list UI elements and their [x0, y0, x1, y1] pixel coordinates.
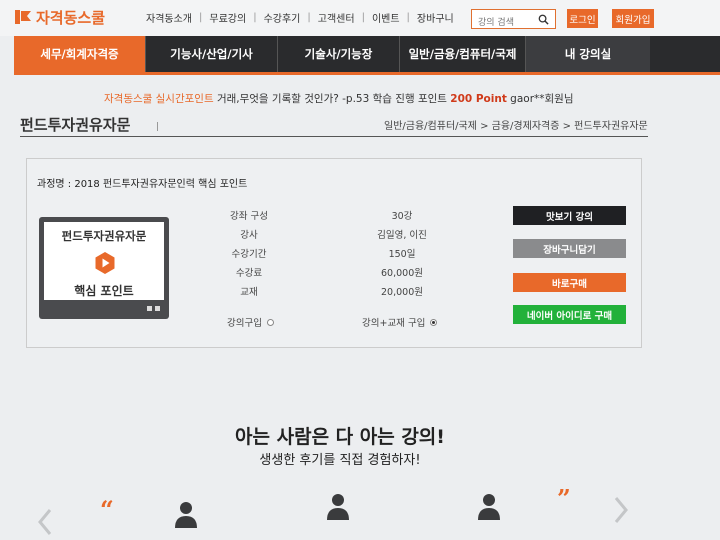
- monitor-button-icon: [155, 306, 160, 311]
- logo-text: 자격동스쿨: [36, 8, 106, 27]
- info-value-fee: 60,000원: [381, 268, 423, 279]
- user-avatar-icon: [327, 494, 349, 520]
- ticker-message: 거래,무엇을 기록할 것인가? -p.53 학습 진행 포인트: [216, 93, 451, 105]
- logo[interactable]: 자격동스쿨: [14, 6, 105, 28]
- ticker-brand: 자격동스쿨: [104, 93, 153, 105]
- play-icon[interactable]: [94, 252, 116, 274]
- info-value-textbook: 20,000원: [381, 287, 423, 298]
- info-value-period: 150일: [388, 249, 416, 260]
- course-thumbnail[interactable]: 펀드투자권유자문 핵심 포인트: [39, 217, 169, 319]
- quote-close-icon: ”: [557, 484, 571, 513]
- user-avatar-icon: [478, 494, 500, 520]
- ticker-label: 실시간포인트: [152, 93, 217, 105]
- top-nav-free-lectures[interactable]: 무료강의: [209, 10, 246, 25]
- quote-open-icon: “: [100, 495, 114, 524]
- info-label-instructor: 강사: [240, 230, 258, 241]
- chevron-right-icon[interactable]: [614, 496, 628, 524]
- option-lecture-textbook[interactable]: 강의+교재 구입: [362, 315, 438, 329]
- info-label-fee: 수강료: [235, 268, 263, 279]
- nav-divider: |: [307, 12, 311, 23]
- monitor-bezel: [44, 305, 164, 313]
- preview-lecture-button[interactable]: 맛보기 강의: [513, 206, 626, 225]
- reviews-subheading: 생생한 후기를 직접 경험하자!: [259, 453, 421, 468]
- search-box: [471, 9, 556, 32]
- nav-divider: |: [361, 12, 365, 23]
- login-button[interactable]: 로그인: [567, 9, 598, 28]
- top-nav: 자격동소개 | 무료강의 | 수강후기 | 고객센터 | 이벤트 | 장바구니: [146, 10, 454, 25]
- reviews-heading: 아는 사람은 다 아는 강의!: [235, 426, 445, 448]
- top-nav-reviews[interactable]: 수강후기: [264, 10, 301, 25]
- title-underline: [20, 136, 648, 137]
- breadcrumb[interactable]: 일반/금융/컴퓨터/국제 > 금융/경제자격증 > 펀드투자권유자문: [384, 117, 648, 132]
- info-label-period: 수강기간: [231, 249, 267, 260]
- add-to-cart-button[interactable]: 장바구니담기: [513, 239, 626, 258]
- nav-accent-line: [14, 72, 720, 75]
- nav-divider: |: [253, 12, 257, 23]
- nav-divider: |: [199, 12, 203, 23]
- radio-lecture-textbook[interactable]: [430, 318, 438, 326]
- ticker-user: gaor**회원님: [506, 93, 574, 105]
- logo-icon: [15, 10, 31, 24]
- option-lecture-textbook-label: 강의+교재 구입: [362, 318, 426, 329]
- main-nav-tax-accounting[interactable]: 세무/회계자격증: [14, 36, 146, 72]
- points-ticker: 자격동스쿨 실시간포인트 거래,무엇을 기록할 것인가? -p.53 학습 진행…: [104, 91, 574, 106]
- info-value-instructor: 김일영, 이진: [377, 230, 427, 241]
- top-nav-about[interactable]: 자격동소개: [146, 10, 192, 25]
- search-input[interactable]: [478, 14, 542, 32]
- thumbnail-subtitle: 핵심 포인트: [74, 284, 134, 298]
- monitor-button-icon: [147, 306, 152, 311]
- info-label-composition: 강좌 구성: [230, 211, 268, 222]
- main-nav-engineer[interactable]: 기술사/기능장: [278, 36, 400, 72]
- info-label-textbook: 교재: [240, 287, 258, 298]
- chevron-left-icon[interactable]: [38, 508, 52, 536]
- thumbnail-screen: 펀드투자권유자문 핵심 포인트: [44, 222, 164, 300]
- title-divider: [157, 122, 158, 131]
- main-nav-my-lectures[interactable]: 내 강의실: [526, 36, 650, 72]
- main-nav-general-finance[interactable]: 일반/금융/컴퓨터/국제: [400, 36, 526, 72]
- info-value-composition: 30강: [391, 211, 413, 222]
- ticker-points: 200 Point: [450, 93, 507, 105]
- nav-divider: |: [406, 12, 410, 23]
- join-button[interactable]: 회원가입: [612, 9, 654, 28]
- option-lecture-only-label: 강의구입: [227, 318, 262, 329]
- top-nav-events[interactable]: 이벤트: [372, 10, 400, 25]
- course-name: 과정명 : 2018 펀드투자권유자문인력 핵심 포인트: [37, 179, 248, 190]
- buy-now-button[interactable]: 바로구매: [513, 273, 626, 292]
- page-title: 펀드투자권유자문: [20, 116, 131, 134]
- top-nav-cart[interactable]: 장바구니: [417, 10, 454, 25]
- course-panel: 과정명 : 2018 펀드투자권유자문인력 핵심 포인트 펀드투자권유자문 핵심…: [26, 158, 642, 348]
- option-lecture-only[interactable]: 강의구입: [227, 315, 274, 329]
- top-nav-support[interactable]: 고객센터: [318, 10, 355, 25]
- radio-lecture-only[interactable]: [266, 318, 274, 326]
- user-avatar-icon: [175, 502, 197, 528]
- main-nav: 세무/회계자격증 기능사/산업/기사 기술사/기능장 일반/금융/컴퓨터/국제 …: [14, 36, 720, 72]
- search-icon[interactable]: [538, 14, 549, 25]
- main-nav-technician[interactable]: 기능사/산업/기사: [146, 36, 278, 72]
- top-bar: 자격동스쿨 자격동소개 | 무료강의 | 수강후기 | 고객센터 | 이벤트 |…: [0, 0, 720, 36]
- naver-pay-button[interactable]: 네이버 아이디로 구매: [513, 305, 626, 324]
- thumbnail-title: 펀드투자권유자문: [61, 229, 147, 243]
